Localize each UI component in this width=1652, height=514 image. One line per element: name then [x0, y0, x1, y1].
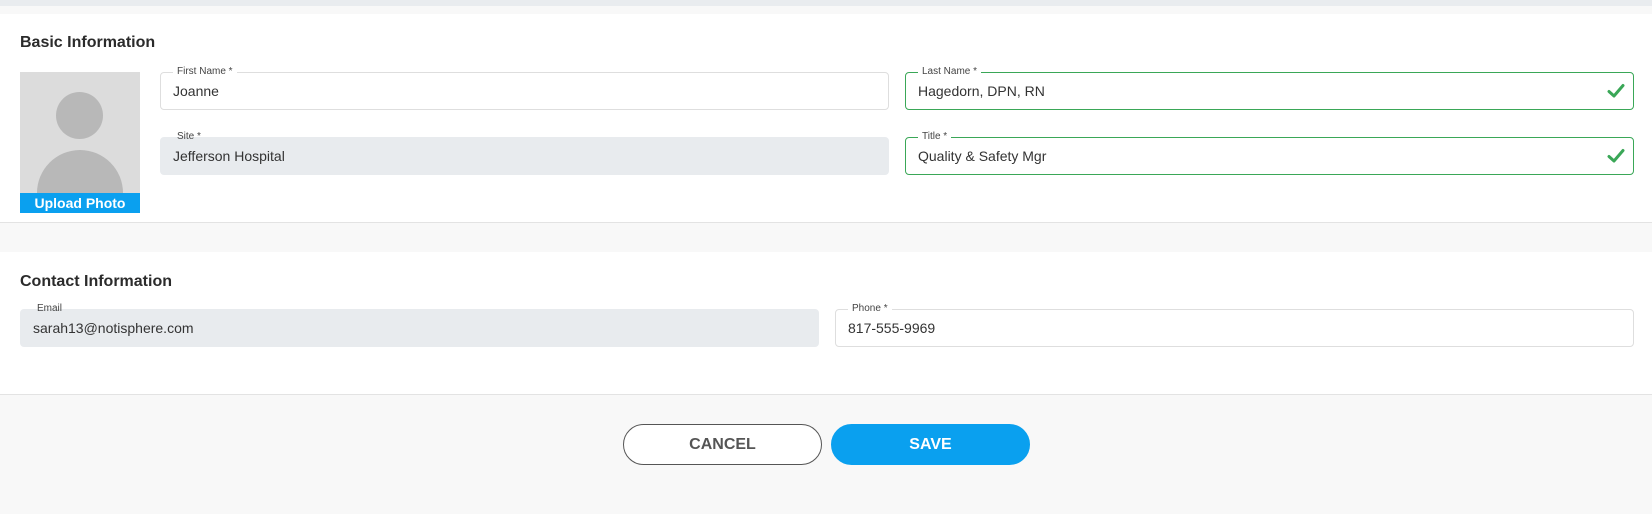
site-field: Site * — [160, 131, 889, 175]
contact-information-card: Contact Information Email Phone * — [0, 252, 1652, 395]
save-button[interactable]: SAVE — [831, 424, 1030, 465]
phone-input[interactable] — [848, 310, 1593, 346]
profile-photo: Upload Photo — [20, 72, 140, 213]
top-divider — [0, 0, 1652, 6]
check-icon — [1607, 149, 1625, 163]
title-field[interactable]: Title * — [905, 131, 1634, 175]
last-name-input[interactable] — [918, 73, 1593, 109]
contact-information-title: Contact Information — [20, 273, 172, 290]
cancel-button[interactable]: CANCEL — [623, 424, 822, 465]
site-input — [173, 138, 848, 174]
title-input[interactable] — [918, 138, 1593, 174]
basic-information-card: Basic Information Upload Photo First Nam… — [0, 14, 1652, 223]
check-icon — [1607, 84, 1625, 98]
upload-photo-button[interactable]: Upload Photo — [20, 193, 140, 213]
basic-information-title: Basic Information — [20, 34, 156, 51]
first-name-input[interactable] — [173, 73, 848, 109]
email-field: Email — [20, 303, 819, 347]
first-name-field[interactable]: First Name * — [160, 66, 889, 110]
email-input — [33, 310, 778, 346]
last-name-field[interactable]: Last Name * — [905, 66, 1634, 110]
phone-field[interactable]: Phone * — [835, 303, 1634, 347]
